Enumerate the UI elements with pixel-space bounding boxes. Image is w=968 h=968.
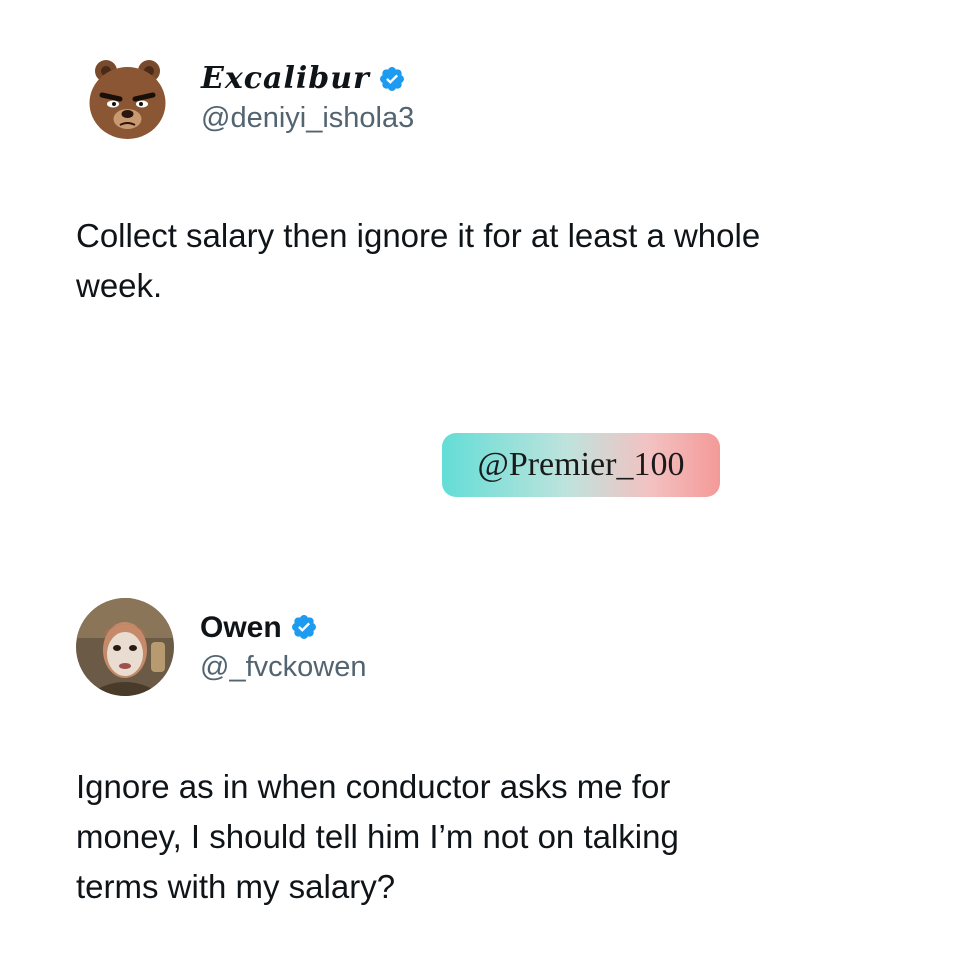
tweet-1-header: Excalibur @deniyi_ishola3 xyxy=(80,51,414,146)
tweet-1-identity: Excalibur @deniyi_ishola3 xyxy=(201,62,414,135)
tweet-2-identity: Owen @_fvckowen xyxy=(200,611,366,684)
avatar-excalibur[interactable] xyxy=(80,51,175,146)
tweet-1-text: Collect salary then ignore it for at lea… xyxy=(76,217,761,304)
watermark-label: @Premier_100 xyxy=(477,446,685,483)
tweet-2-header: Owen @_fvckowen xyxy=(76,598,366,696)
watermark-badge: @Premier_100 xyxy=(442,433,720,497)
tweet-2-name-row: Owen xyxy=(200,611,366,644)
display-name[interactable]: Excalibur xyxy=(201,62,370,95)
handle[interactable]: @_fvckowen xyxy=(200,651,366,684)
face-mask-photo-avatar-icon xyxy=(76,598,174,696)
tweet-2-text: Ignore as in when conductor asks me for … xyxy=(76,768,679,905)
tweet-1-name-row: Excalibur xyxy=(201,62,414,95)
verified-badge-icon xyxy=(378,65,406,93)
handle[interactable]: @deniyi_ishola3 xyxy=(201,102,414,135)
bear-avatar-icon xyxy=(80,51,175,146)
avatar-owen[interactable] xyxy=(76,598,174,696)
display-name[interactable]: Owen xyxy=(200,611,282,644)
verified-badge-icon xyxy=(290,613,318,641)
